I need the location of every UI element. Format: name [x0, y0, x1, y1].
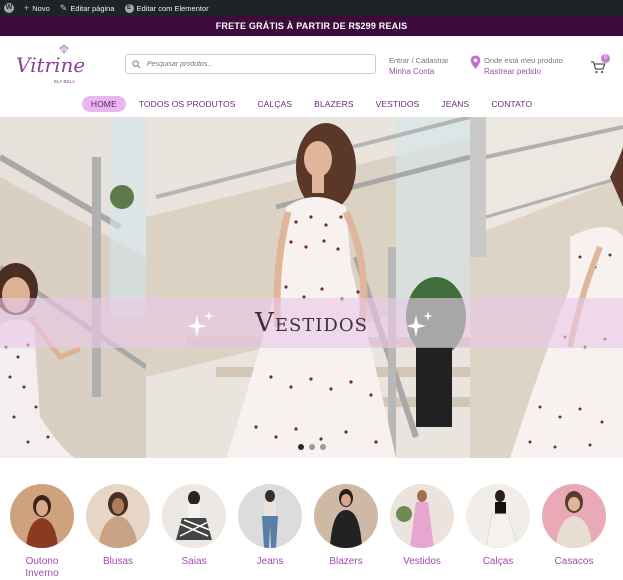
category-label: Blazers: [329, 556, 363, 567]
category-image: [390, 484, 454, 548]
promo-bar: FRETE GRÁTIS À PARTIR DE R$299 REAIS: [0, 16, 623, 36]
account-line2[interactable]: Minha Conta: [389, 66, 449, 77]
category-image: [314, 484, 378, 548]
category-label: Jeans: [256, 556, 284, 567]
track-line2[interactable]: Rastrear pedido: [484, 66, 563, 77]
main-nav: HOME TODOS OS PRODUTOS CALÇAS BLAZERS VE…: [0, 92, 623, 116]
admin-edit-page-link[interactable]: ✎ Editar página: [59, 2, 115, 13]
nav-item-blazers[interactable]: BLAZERS: [305, 96, 362, 112]
category-blusas[interactable]: Blusas: [85, 484, 151, 568]
nav-item-todos-os-produtos[interactable]: TODOS OS PRODUTOS: [130, 96, 245, 112]
category-image: [238, 484, 302, 548]
hero-dot[interactable]: [319, 444, 326, 450]
hero-pagination: [0, 444, 623, 450]
cart-count-badge: 0: [601, 54, 610, 63]
category-image: [162, 484, 226, 548]
category-saias[interactable]: Saias: [161, 484, 227, 568]
hero-slide-right: [470, 117, 623, 458]
hero-title: Vestidos: [255, 308, 368, 338]
category-label: Vestidos: [403, 556, 441, 567]
category-label: Saias: [181, 556, 207, 567]
track-order-link[interactable]: Onde está meu produto Rastrear pedido: [470, 55, 563, 77]
sparkle-icon: [406, 311, 433, 337]
category-carousel: Outono Inverno Blusas Saias Jeans Blazer…: [0, 480, 623, 579]
track-line1: Onde está meu produto: [484, 56, 563, 65]
location-pin-icon: [470, 55, 481, 69]
search-icon: [132, 59, 141, 68]
category-label: Blusas: [102, 556, 133, 567]
admin-elementor-label: Editar com Elementor: [136, 3, 209, 13]
admin-edit-page-label: Editar página: [70, 3, 115, 13]
plus-icon: +: [24, 2, 30, 13]
category-jeans[interactable]: Jeans: [237, 484, 303, 568]
logo-graphic: Vitrine ELA BELA: [16, 44, 85, 84]
category-outono-inverno[interactable]: Outono Inverno: [9, 484, 75, 580]
wp-admin-bar: W + Novo ✎ Editar página E Editar com El…: [0, 0, 623, 16]
hero-dot[interactable]: [308, 444, 315, 450]
elementor-icon: E: [124, 3, 134, 13]
nav-item-calcas[interactable]: CALÇAS: [249, 96, 302, 112]
category-vestidos[interactable]: Vestidos: [389, 484, 455, 568]
admin-new-label: Novo: [32, 3, 50, 13]
logo-text: Vitrine: [16, 53, 84, 77]
pencil-icon: ✎: [59, 2, 68, 13]
hero-banner[interactable]: Vestidos: [0, 117, 623, 458]
nav-item-vestidos[interactable]: VESTIDOS: [367, 96, 429, 112]
hero-slide-left: [0, 117, 146, 458]
search-input[interactable]: [147, 60, 367, 68]
category-blazers[interactable]: Blazers: [313, 484, 379, 568]
hero-photo-right: [470, 117, 623, 458]
nav-item-contato[interactable]: CONTATO: [482, 96, 541, 112]
nav-item-jeans[interactable]: JEANS: [432, 96, 478, 112]
category-label: Calças: [482, 556, 514, 567]
nav-item-home[interactable]: HOME: [81, 96, 126, 112]
category-calcas[interactable]: Calças: [465, 484, 531, 568]
category-image: [542, 484, 606, 548]
account-link[interactable]: Entrar / Cadastrar Minha Conta: [389, 55, 449, 77]
category-image: [466, 484, 530, 548]
admin-elementor-link[interactable]: E Editar com Elementor: [124, 3, 209, 13]
hero-photo-center: [146, 117, 470, 458]
cart-button[interactable]: 0: [590, 54, 610, 76]
category-casacos[interactable]: Casacos: [541, 484, 607, 568]
account-line1: Entrar / Cadastrar: [389, 56, 449, 65]
hero-dot[interactable]: [297, 444, 304, 450]
category-label: Casacos: [554, 556, 594, 567]
admin-new-link[interactable]: + Novo: [24, 2, 50, 13]
logo-subtext: ELA BELA: [54, 79, 75, 84]
hero-photo-left: [0, 117, 146, 458]
wordpress-icon[interactable]: W: [4, 3, 14, 13]
site-logo[interactable]: Vitrine ELA BELA: [14, 42, 85, 86]
hero-slide-center: [146, 117, 470, 458]
site-header: Vitrine ELA BELA Entrar / Cadastrar Minh…: [0, 36, 623, 92]
category-image: [86, 484, 150, 548]
search-box[interactable]: [125, 54, 376, 74]
category-label: Outono Inverno: [25, 556, 59, 579]
sparkle-icon: [187, 311, 214, 337]
category-image: [10, 484, 74, 548]
